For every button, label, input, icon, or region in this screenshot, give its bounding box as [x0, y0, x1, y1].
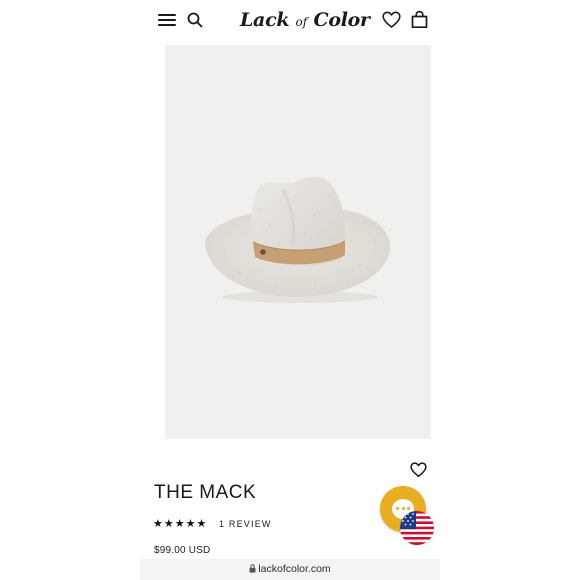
- bag-icon[interactable]: [410, 10, 429, 29]
- site-header: Lack of Color: [0, 0, 580, 42]
- heart-icon[interactable]: [382, 11, 401, 29]
- logo-text-lack: Lack: [240, 9, 290, 31]
- menu-icon[interactable]: [158, 11, 176, 29]
- lock-icon: [249, 564, 256, 576]
- logo-text-of: of: [295, 15, 308, 29]
- browser-address-bar[interactable]: lackofcolor.com: [140, 559, 440, 580]
- site-logo[interactable]: Lack of Color: [240, 7, 370, 33]
- product-price: $99.00 USD: [154, 545, 211, 556]
- product-title: THE MACK: [154, 482, 257, 503]
- url-display[interactable]: lackofcolor.com: [140, 563, 440, 576]
- add-to-wishlist-heart-icon[interactable]: [410, 462, 427, 478]
- search-icon[interactable]: [186, 11, 204, 29]
- hat-image: [204, 176, 391, 303]
- review-count-link[interactable]: 1 REVIEW: [219, 519, 272, 529]
- rating-stars[interactable]: ★★★★★: [153, 517, 207, 530]
- logo-text-color: Color: [313, 9, 371, 31]
- us-flag-icon[interactable]: [400, 511, 434, 545]
- product-image[interactable]: [165, 45, 431, 439]
- url-text: lackofcolor.com: [258, 563, 331, 575]
